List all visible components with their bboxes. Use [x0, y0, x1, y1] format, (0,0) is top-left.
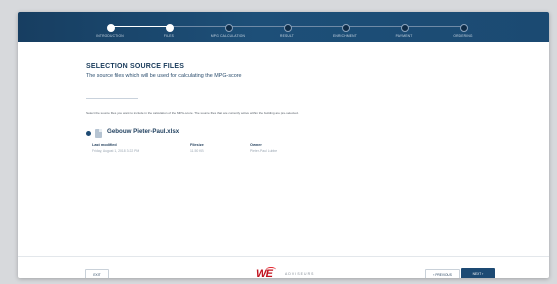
file-select-radio[interactable] [86, 130, 91, 136]
instructions-text: Select the source files you want to incl… [86, 111, 299, 115]
step-label: Enrichment [333, 34, 357, 38]
meta-value: 11.50 KB [190, 149, 204, 153]
page-subtitle: The source files which will be used for … [86, 73, 242, 79]
file-meta-filesize: Filesize 11.50 KB [190, 143, 204, 153]
step-label: Introduction [96, 34, 124, 38]
step-label: Files [163, 34, 175, 38]
progress-stepper: Introduction Files MPG calculation Resul… [18, 12, 549, 42]
file-name: Gebouw Pieter-Paul.xlsx [107, 128, 180, 135]
meta-key: Last modified [92, 143, 117, 147]
company-logo: WE ADVISEURS [256, 267, 336, 278]
meta-value: Pieter-Paul Lubbe [250, 149, 278, 153]
step-result[interactable]: Result [257, 12, 317, 42]
step-dot [165, 23, 174, 32]
step-ordering[interactable]: Ordering [433, 12, 493, 42]
step-dot [400, 23, 409, 32]
step-dot [106, 23, 115, 32]
file-meta-owner: Owner Pieter-Paul Lubbe [250, 143, 277, 153]
step-label: Result [280, 34, 294, 38]
logo-wordmark: ADVISEURS [285, 272, 315, 276]
exit-button[interactable]: EXIT [85, 269, 109, 278]
step-dot [224, 23, 233, 32]
meta-value: Friday, August 1, 2018 3:22 PM [92, 149, 140, 153]
next-label: NEXT [472, 272, 482, 276]
step-payment[interactable]: Payment [374, 12, 434, 42]
page-title: SELECTION SOURCE FILES [86, 63, 185, 70]
next-button[interactable]: NEXT › [461, 268, 495, 278]
step-enrichment[interactable]: Enrichment [315, 12, 375, 42]
step-dot [283, 23, 292, 32]
source-file-item[interactable]: Gebouw Pieter-Paul.xlsx [86, 128, 286, 138]
divider [86, 98, 138, 99]
step-label: Ordering [453, 34, 473, 38]
spreadsheet-file-icon [95, 128, 102, 138]
step-mpg-calculation[interactable]: MPG calculation [198, 12, 258, 42]
step-dot [459, 23, 468, 32]
footer-divider [18, 256, 549, 257]
previous-label: PREVIOUS [435, 273, 452, 277]
meta-key: Filesize [190, 143, 204, 147]
meta-key: Owner [250, 143, 262, 147]
step-label: Payment [395, 34, 413, 38]
step-files[interactable]: Files [139, 12, 199, 42]
previous-button[interactable]: ‹ PREVIOUS [425, 269, 460, 278]
step-dot [341, 23, 350, 32]
logo-mark: WE [256, 268, 273, 278]
chevron-right-icon: › [482, 271, 484, 276]
step-label: MPG calculation [210, 34, 246, 38]
file-meta-last-modified: Last modified Friday, August 1, 2018 3:2… [92, 143, 139, 153]
step-introduction[interactable]: Introduction [80, 12, 140, 42]
app-window: Introduction Files MPG calculation Resul… [18, 12, 549, 278]
